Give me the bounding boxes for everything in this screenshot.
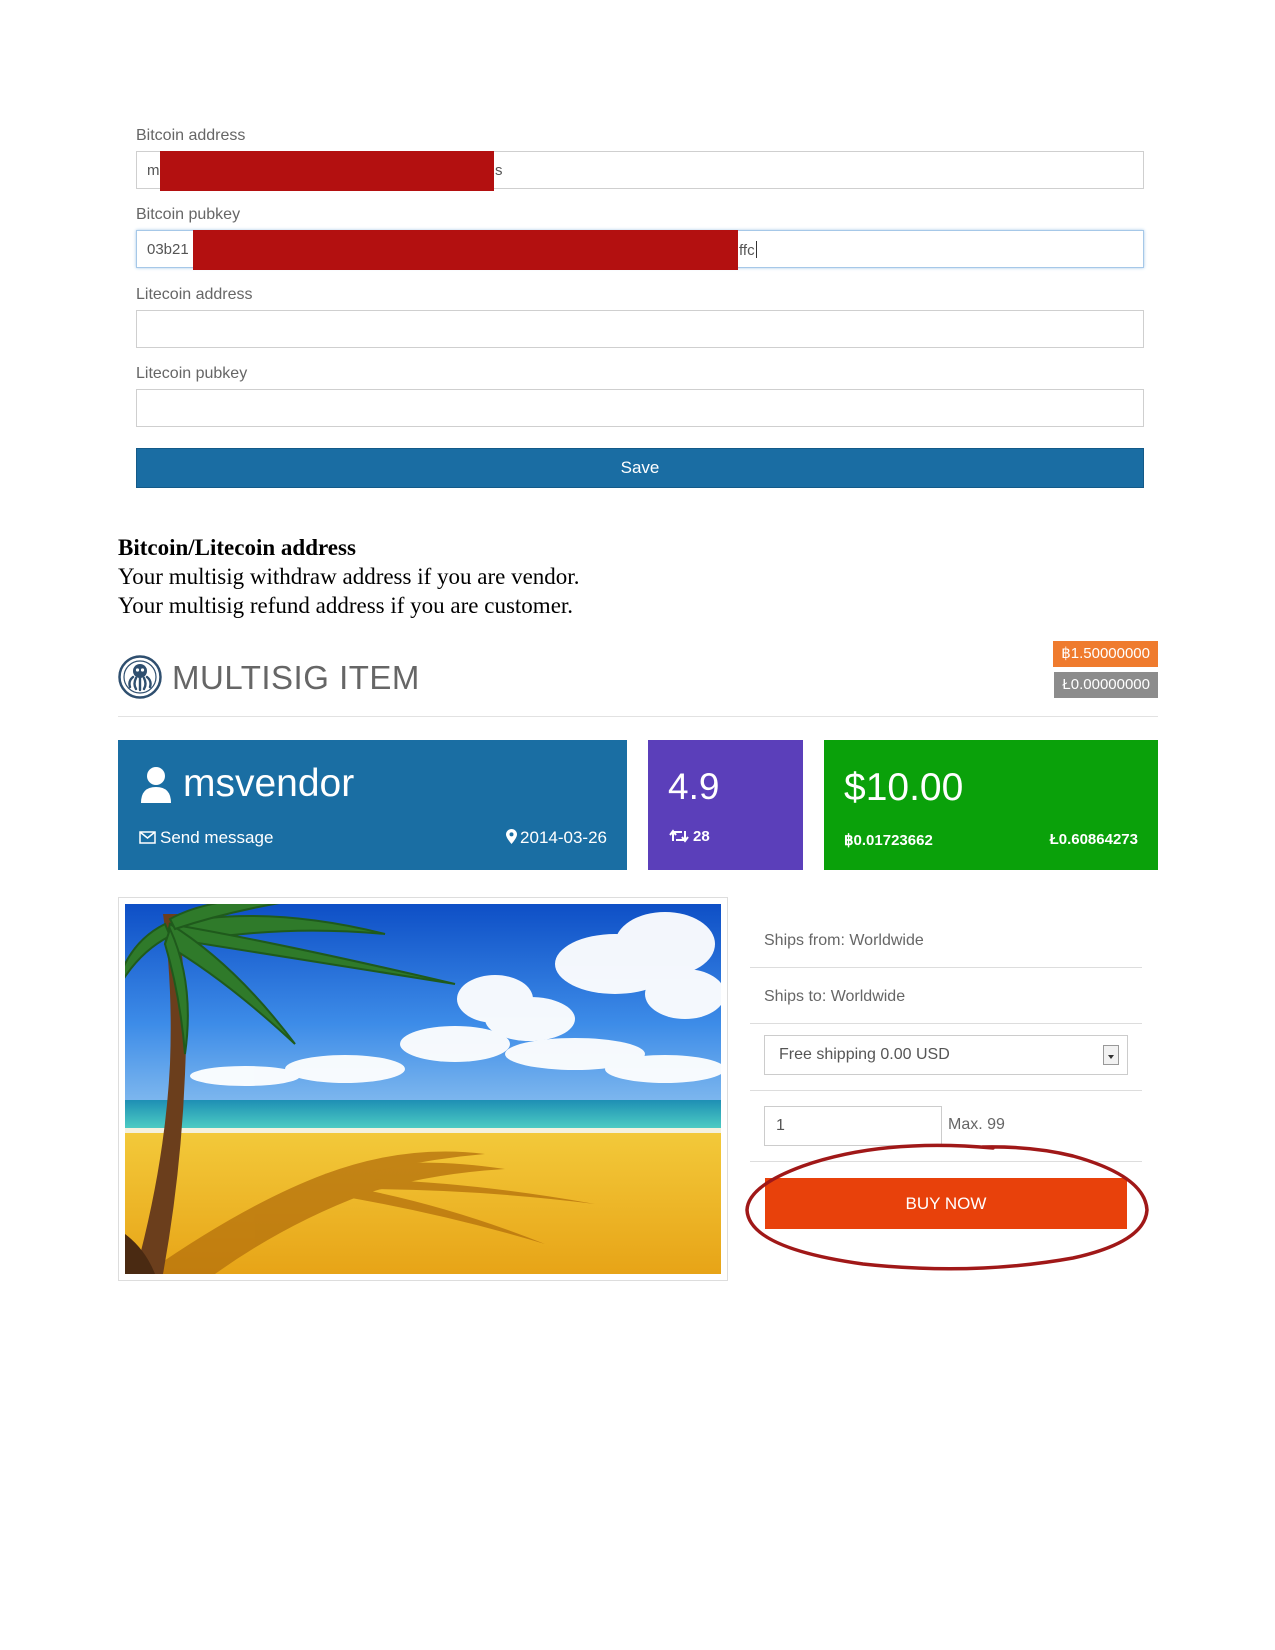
bitcoin-pubkey-label: Bitcoin pubkey — [136, 206, 241, 223]
vendor-date: 2014-03-26 — [506, 828, 607, 848]
save-button[interactable]: Save — [136, 448, 1144, 488]
user-icon — [139, 766, 173, 804]
litecoin-pubkey-field[interactable] — [136, 389, 1144, 427]
chevron-down-icon[interactable] — [1103, 1045, 1119, 1065]
header-divider — [118, 716, 1158, 717]
ltc-price-badge: Ł0.00000000 — [1054, 672, 1158, 698]
litecoin-pubkey-label: Litecoin pubkey — [136, 365, 248, 382]
map-pin-icon — [506, 829, 518, 844]
bitcoin-address-label: Bitcoin address — [136, 127, 246, 144]
vendor-tile: msvendor Send message 2014-03-26 — [118, 740, 627, 870]
ships-to-text: Ships to: Worldwide — [764, 988, 906, 1005]
rating-count: 28 — [669, 828, 710, 845]
description-line-1: Your multisig withdraw address if you ar… — [118, 564, 580, 589]
text-caret — [755, 241, 757, 258]
ships-from-text: Ships from: Worldwide — [764, 932, 924, 949]
section-heading: Bitcoin/Litecoin address — [118, 535, 356, 560]
send-message-link[interactable]: Send message — [139, 828, 273, 848]
octopus-logo-icon — [118, 655, 162, 699]
bitcoin-address-value-start: m — [147, 162, 160, 179]
price-tile: $10.00 ฿0.01723662 Ł0.60864273 — [824, 740, 1158, 870]
send-message-label: Send message — [160, 828, 274, 847]
redaction-box — [160, 151, 494, 191]
price-ltc: Ł0.60864273 — [1049, 831, 1138, 848]
retweet-icon — [669, 829, 689, 843]
rating-value: 4.9 — [668, 766, 720, 807]
shipping-select[interactable]: Free shipping 0.00 USD — [764, 1035, 1128, 1075]
shipping-select-value: Free shipping 0.00 USD — [779, 1046, 950, 1063]
price-btc: ฿0.01723662 — [844, 832, 933, 849]
redaction-box — [193, 230, 738, 270]
bitcoin-pubkey-value-end: ffc — [739, 242, 755, 259]
ships-to-row: Ships to: Worldwide — [750, 968, 1142, 1024]
panel-divider — [750, 1090, 1142, 1091]
vendor-name[interactable]: msvendor — [183, 762, 354, 806]
ships-from-row: Ships from: Worldwide — [750, 912, 1142, 968]
product-image-frame — [118, 897, 728, 1281]
bitcoin-address-value-end: s — [495, 162, 503, 179]
envelope-icon — [139, 831, 156, 844]
max-quantity-label: Max. 99 — [948, 1116, 1005, 1133]
beach-palm-image — [125, 904, 721, 1274]
price-usd: $10.00 — [844, 766, 964, 809]
description-line-2: Your multisig refund address if you are … — [118, 593, 574, 618]
btc-price-badge: ฿1.50000000 — [1053, 641, 1158, 667]
litecoin-address-field[interactable] — [136, 310, 1144, 348]
item-title: MULTISIG ITEM — [172, 659, 420, 696]
bitcoin-address-field[interactable]: m s — [136, 151, 1144, 191]
annotation-circle — [745, 1143, 1149, 1271]
bitcoin-pubkey-value-start: 03b21 — [147, 241, 189, 258]
rating-tile: 4.9 28 — [648, 740, 803, 870]
vendor-date-text: 2014-03-26 — [520, 828, 607, 847]
bitcoin-pubkey-field[interactable]: 03b21 ffc — [136, 230, 1144, 270]
litecoin-address-label: Litecoin address — [136, 286, 253, 303]
quantity-value: 1 — [776, 1117, 785, 1134]
rating-count-text: 28 — [693, 828, 710, 845]
